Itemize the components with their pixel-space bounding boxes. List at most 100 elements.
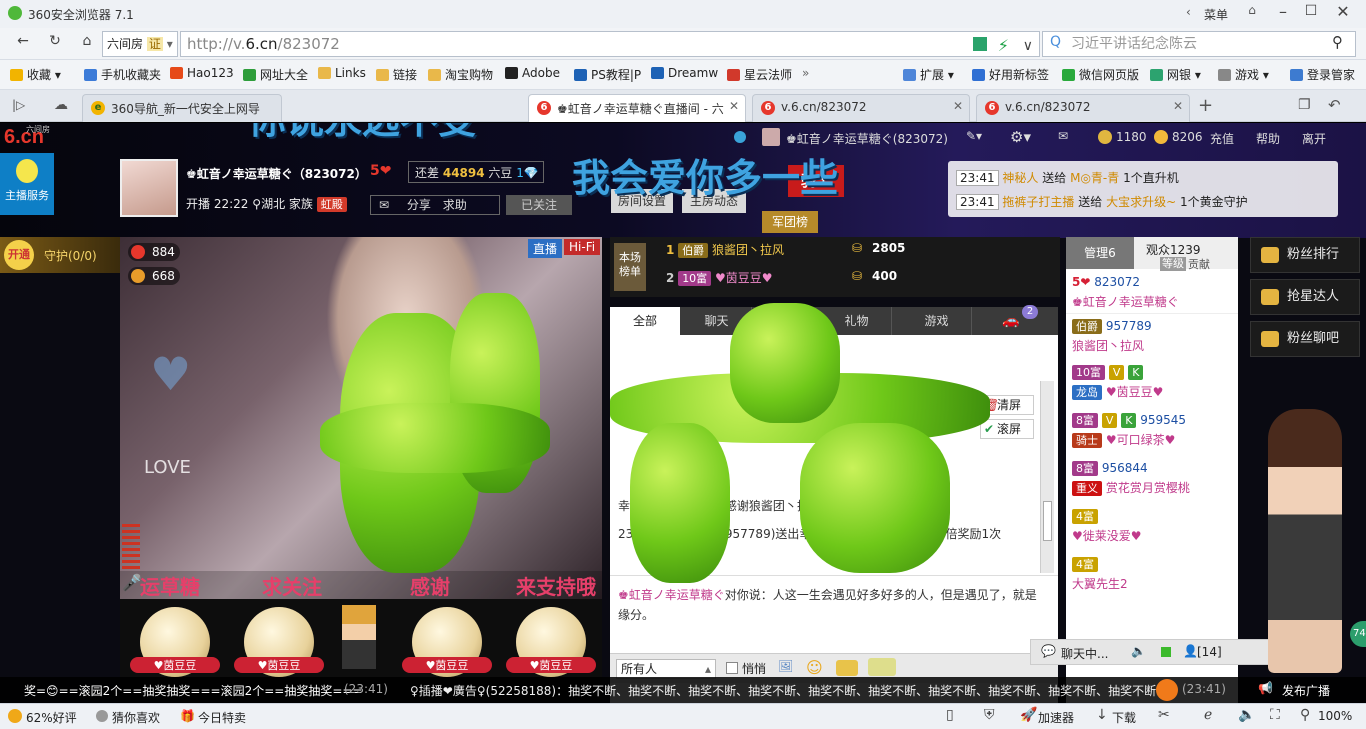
tab-list-icon[interactable]: ❐ bbox=[1298, 97, 1311, 113]
ie-mode-icon[interactable]: ℯ bbox=[1204, 707, 1212, 723]
qrcode-icon[interactable] bbox=[973, 37, 987, 51]
audience-item[interactable]: 狼酱团丶拉风 bbox=[1066, 337, 1234, 354]
home-button[interactable]: ⌂ bbox=[74, 30, 100, 52]
audience-item[interactable]: 伯爵 957789 bbox=[1066, 319, 1234, 334]
bookmark-item-right[interactable]: 扩展 ▾ bbox=[903, 66, 954, 83]
family-badge[interactable]: 虹殿 bbox=[316, 197, 347, 212]
bookmark-item[interactable]: Links bbox=[318, 66, 366, 80]
menu-button[interactable]: 菜单 bbox=[1204, 6, 1228, 23]
dropdown-chevron-icon[interactable]: ∨ bbox=[1023, 34, 1033, 58]
search-input[interactable]: 习近平讲话纪念陈云 bbox=[1042, 31, 1356, 57]
search-engine-icon[interactable]: Q bbox=[1050, 34, 1061, 50]
mail-icon[interactable]: ✉ bbox=[1058, 129, 1068, 143]
scissors-icon[interactable]: ✂ bbox=[1158, 707, 1170, 723]
close-tab-icon[interactable]: ✕ bbox=[1173, 99, 1183, 113]
fans-chat-button[interactable]: 粉丝聊吧 bbox=[1250, 321, 1360, 357]
tab-item[interactable]: 6 v.6.cn/823072 ✕ bbox=[976, 94, 1190, 122]
chat-target-select[interactable]: 所有人 ▴ bbox=[616, 659, 716, 679]
audience-item[interactable]: 10富 V K bbox=[1066, 365, 1234, 380]
zoom-level[interactable]: 100% bbox=[1318, 709, 1352, 723]
scrollbar-thumb[interactable] bbox=[1043, 501, 1052, 541]
bookmark-item[interactable]: 收藏 ▾ bbox=[10, 66, 61, 83]
bookmark-item[interactable]: Hao123 bbox=[170, 66, 234, 80]
level-sort-button[interactable]: 等级 bbox=[1160, 257, 1186, 271]
bookmark-item[interactable]: PS教程|P bbox=[574, 66, 641, 83]
bookmark-item[interactable]: 手机收藏夹 bbox=[84, 66, 161, 83]
image-icon[interactable]: 🖼 bbox=[778, 659, 793, 673]
leave-link[interactable]: 离开 bbox=[1302, 130, 1326, 147]
maximize-button[interactable]: ☐ bbox=[1298, 3, 1324, 25]
speaker-mute-icon[interactable]: 🔈 bbox=[1238, 707, 1255, 723]
guard-icon[interactable] bbox=[868, 658, 896, 676]
audience-item[interactable]: 4富 bbox=[1066, 557, 1234, 572]
new-tab-button[interactable]: + bbox=[1198, 95, 1213, 116]
fullscreen-icon[interactable]: ⛶ bbox=[1270, 707, 1280, 723]
broadcast-button[interactable]: 发布广播 bbox=[1282, 682, 1330, 699]
audience-item[interactable]: ♥徙莱没爱♥ bbox=[1066, 527, 1234, 544]
ask-help-button[interactable]: 求助 bbox=[443, 198, 467, 212]
lightning-icon[interactable]: ⚡ bbox=[998, 34, 1009, 58]
bookmark-item[interactable]: 链接 bbox=[376, 66, 417, 83]
pin-icon[interactable]: ⌂ bbox=[1242, 3, 1262, 23]
search-icon[interactable]: ⚲ bbox=[1332, 33, 1343, 51]
host-service-button[interactable]: 主播服务 bbox=[0, 153, 54, 215]
audience-item[interactable]: 大翼先生2 bbox=[1066, 575, 1234, 592]
open-guard-button[interactable]: 开通 bbox=[4, 240, 34, 270]
sidebar-toggle-icon[interactable]: |▷ bbox=[12, 98, 25, 112]
audience-item[interactable]: 8富 V K 959545 bbox=[1066, 413, 1234, 428]
contrib-sort-button[interactable]: 贡献 bbox=[1188, 256, 1210, 272]
audience-item[interactable]: 骑士 ♥可口绿茶♥ bbox=[1066, 431, 1234, 448]
bookmark-item-right[interactable]: 微信网页版 bbox=[1062, 66, 1139, 83]
army-rank-button[interactable]: 军团榜 bbox=[762, 211, 818, 233]
settings-gear-icon[interactable]: ⚙▾ bbox=[1010, 128, 1031, 146]
today-sale-label[interactable]: 今日特卖 bbox=[198, 709, 246, 726]
undo-close-icon[interactable]: ↶ bbox=[1328, 96, 1341, 114]
close-window-button[interactable]: ✕ bbox=[1328, 2, 1358, 24]
tab-item-active[interactable]: 6 ♚虹音ノ幸运草糖ぐ直播间 - 六 ✕ bbox=[528, 94, 746, 122]
help-link[interactable]: 帮助 bbox=[1256, 130, 1280, 147]
rank-row[interactable]: 2 10富 ♥茵豆豆♥ ⛁ 400 bbox=[666, 269, 966, 291]
mobile-icon[interactable]: ▯ bbox=[946, 707, 954, 723]
host-avatar[interactable] bbox=[120, 159, 178, 217]
chat-scrollbar[interactable] bbox=[1040, 381, 1054, 573]
follow-button[interactable]: 已关注 bbox=[506, 195, 572, 215]
star-talent-button[interactable]: 抢星达人 bbox=[1250, 279, 1360, 315]
accelerator-button[interactable]: 加速器 bbox=[1038, 709, 1074, 726]
guess-label[interactable]: 猜你喜欢 bbox=[112, 709, 160, 726]
audience-item[interactable]: 龙岛 ♥茵豆豆♥ bbox=[1066, 383, 1234, 400]
minimize-button[interactable]: – bbox=[1270, 2, 1296, 24]
whisper-checkbox[interactable] bbox=[726, 662, 738, 674]
bookmark-item[interactable]: 淘宝购物 bbox=[428, 66, 493, 83]
speaker-icon[interactable]: 🔈 bbox=[1131, 644, 1146, 658]
mic-icon[interactable]: 🎤 bbox=[122, 573, 142, 592]
recharge-link[interactable]: 充值 bbox=[1210, 130, 1234, 147]
bookmark-item[interactable]: 星云法师 bbox=[727, 66, 792, 83]
message-icon[interactable]: ✉ bbox=[379, 198, 389, 212]
share-button[interactable]: 分享 bbox=[407, 198, 431, 212]
tab-item[interactable]: e 360导航_新一代安全上网导 bbox=[82, 94, 282, 122]
emoji-icon[interactable]: ☺ bbox=[806, 658, 823, 677]
bookmark-item-right[interactable]: 登录管家 bbox=[1290, 66, 1355, 83]
vip-icon[interactable] bbox=[836, 660, 858, 676]
audience-item[interactable]: 8富 956844 bbox=[1066, 461, 1234, 476]
close-tab-icon[interactable]: ✕ bbox=[953, 99, 963, 113]
rank-row[interactable]: 1 伯爵 狼酱团丶拉风 ⛁ 2805 bbox=[666, 241, 966, 263]
bookmark-item[interactable]: Dreamw bbox=[651, 66, 718, 80]
audience-item[interactable]: 重义 赏花赏月赏樱桃 bbox=[1066, 479, 1234, 496]
manager-tab[interactable]: 管理6 bbox=[1066, 237, 1134, 269]
audience-item[interactable]: 4富 bbox=[1066, 509, 1234, 524]
chat-status-label[interactable]: 聊天中... bbox=[1061, 645, 1108, 662]
site-identity[interactable]: 六间房 证 ▾ bbox=[102, 31, 178, 57]
bookmark-item[interactable]: 网址大全 bbox=[243, 66, 308, 83]
current-user-name[interactable]: ♚虹音ノ幸运草糖ぐ(823072) bbox=[786, 130, 948, 147]
back-button[interactable]: ← bbox=[10, 30, 36, 52]
more-bookmarks-icon[interactable]: » bbox=[802, 66, 809, 80]
audience-item[interactable]: 5❤ 823072 bbox=[1066, 275, 1234, 289]
audience-item[interactable]: ♚虹音ノ幸运草糖ぐ bbox=[1066, 293, 1234, 310]
shield-icon[interactable]: ⛨ bbox=[984, 707, 995, 723]
rating-label[interactable]: 62%好评 bbox=[26, 709, 77, 726]
bookmark-item-right[interactable]: 好用新标签 bbox=[972, 66, 1049, 83]
edit-icon[interactable]: ✎▾ bbox=[966, 129, 982, 143]
bookmark-item-right[interactable]: 网银 ▾ bbox=[1150, 66, 1201, 83]
download-button[interactable]: 下载 bbox=[1112, 709, 1136, 726]
